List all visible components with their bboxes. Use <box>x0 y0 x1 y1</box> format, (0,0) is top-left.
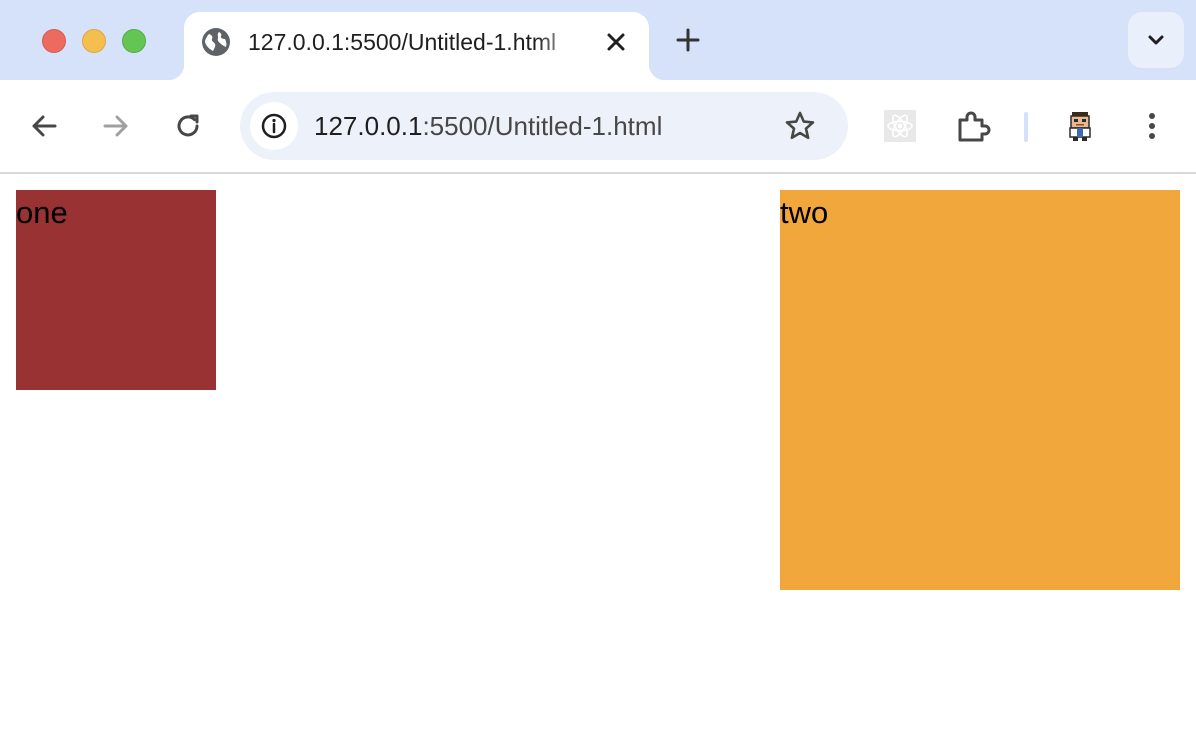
arrow-right-icon[interactable] <box>98 108 134 144</box>
globe-icon <box>202 28 230 56</box>
url-text[interactable]: 127.0.0.1:5500/Untitled-1.html <box>314 110 662 142</box>
minimize-window-button[interactable] <box>82 29 106 53</box>
toolbar: 127.0.0.1:5500/Untitled-1.html <box>0 80 1196 174</box>
more-vertical-icon[interactable] <box>1134 108 1170 144</box>
url-path: :5500/Untitled-1.html <box>422 111 663 141</box>
avatar-icon[interactable] <box>1062 108 1098 144</box>
browser-window: 127.0.0.1:5500/Untitled-1.html 127.0.0.1… <box>0 0 1196 750</box>
chevron-down-icon <box>1148 35 1164 45</box>
tab-strip: 127.0.0.1:5500/Untitled-1.html <box>0 0 1196 80</box>
box-one: one <box>16 190 216 390</box>
plus-icon[interactable] <box>670 22 706 58</box>
react-atom-icon <box>887 114 913 138</box>
close-window-button[interactable] <box>42 29 66 53</box>
reload-icon[interactable] <box>170 108 206 144</box>
address-bar[interactable]: 127.0.0.1:5500/Untitled-1.html <box>240 92 848 160</box>
url-host: 127.0.0.1 <box>314 111 423 141</box>
site-info-button[interactable] <box>250 102 298 150</box>
info-icon <box>261 113 287 139</box>
box-two-label: two <box>780 195 829 230</box>
tab-title: 127.0.0.1:5500/Untitled-1.html <box>248 29 557 55</box>
box-one-label: one <box>16 195 68 230</box>
active-tab[interactable]: 127.0.0.1:5500/Untitled-1.html <box>168 12 665 80</box>
arrow-left-icon[interactable] <box>26 108 62 144</box>
page-content: one two <box>0 174 1196 750</box>
toolbar-divider <box>1024 112 1028 142</box>
react-devtools-extension[interactable] <box>884 110 916 142</box>
close-icon[interactable] <box>602 28 630 56</box>
puzzle-icon[interactable] <box>955 108 991 144</box>
box-two: two <box>780 190 1180 590</box>
maximize-window-button[interactable] <box>122 29 146 53</box>
star-icon[interactable] <box>782 108 818 144</box>
tab-search-button[interactable] <box>1128 12 1184 68</box>
